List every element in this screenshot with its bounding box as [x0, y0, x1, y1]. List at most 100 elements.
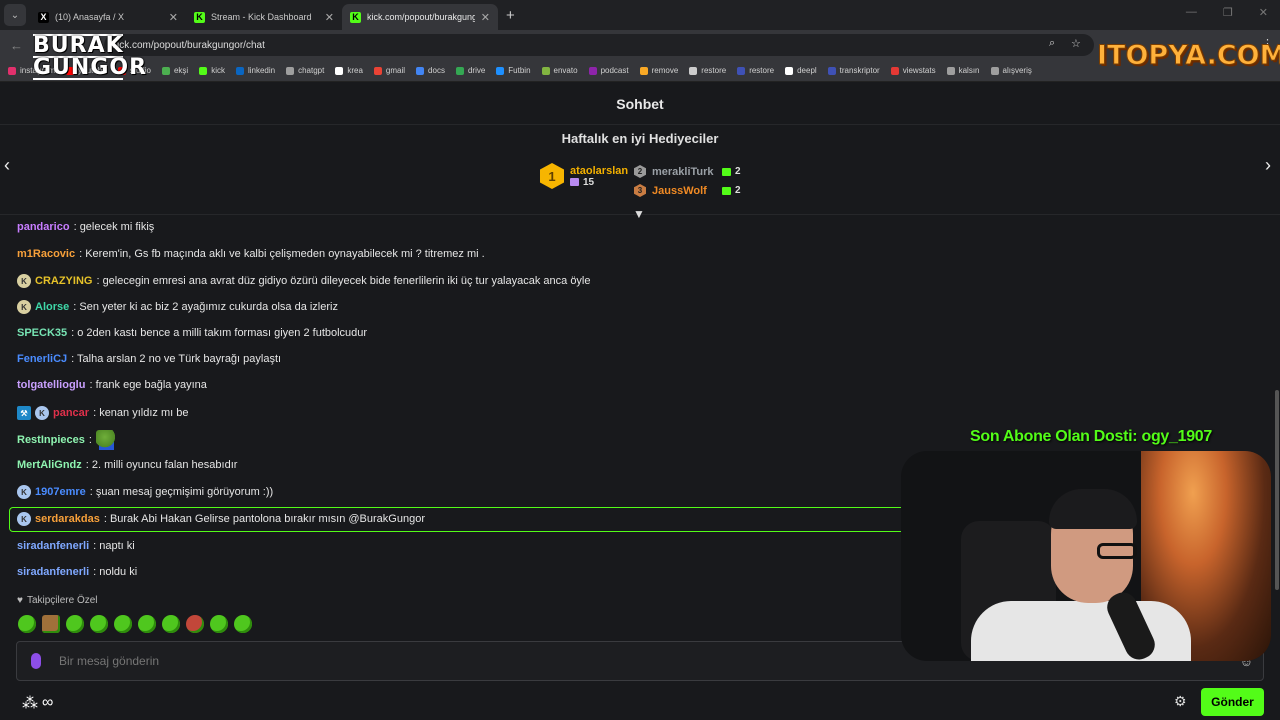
scrollbar[interactable]: [1275, 390, 1279, 590]
bookmark-icon: [890, 66, 899, 75]
username[interactable]: CRAZYING: [35, 275, 92, 287]
infinity-icon[interactable]: ∞: [42, 694, 53, 712]
username[interactable]: siradanfenerli: [17, 540, 89, 552]
chat-message[interactable]: K CRAZYING: gelecegin emresi ana avrat dü…: [17, 274, 591, 288]
kick-points-icon[interactable]: ⁂: [22, 693, 38, 713]
microphone-icon[interactable]: [31, 653, 41, 669]
emote-icon[interactable]: [162, 615, 180, 633]
tab-search-icon[interactable]: ⌄: [4, 4, 26, 26]
chevron-left-icon[interactable]: ‹: [4, 155, 10, 176]
url-field[interactable]: kick.com/popout/burakgungor/chat: [104, 34, 1094, 56]
chevron-right-icon[interactable]: ›: [1265, 155, 1271, 176]
emote-icon[interactable]: [18, 615, 36, 633]
send-button[interactable]: Gönder: [1201, 688, 1264, 716]
bookmark-icon: [416, 66, 425, 75]
bookmark-item[interactable]: linkedin: [235, 66, 275, 75]
chat-message[interactable]: RestInpieces:: [17, 430, 118, 450]
bookmark-label: restore: [749, 66, 775, 75]
minimize-icon[interactable]: —: [1186, 6, 1197, 19]
bookmark-item[interactable]: restore: [737, 66, 774, 75]
subscriber-badge-icon: K: [17, 300, 31, 314]
close-window-icon[interactable]: ✕: [1259, 6, 1268, 19]
chat-message[interactable]: FenerliCJ: Talha arslan 2 no ve Türk bay…: [17, 353, 281, 365]
back-icon[interactable]: ←: [10, 38, 30, 53]
bookmark-item[interactable]: podcast: [588, 66, 629, 75]
chat-message-highlighted[interactable]: Kserdarakdas: Burak Abi Hakan Gelirse pa…: [17, 512, 425, 526]
chat-message[interactable]: K 1907emre: şuan mesaj geçmişimi görüyoru…: [17, 485, 273, 499]
chat-message[interactable]: MertAliGndz: 2. milli oyuncu falan hesab…: [17, 459, 237, 471]
bookmark-item[interactable]: transkriptor: [827, 66, 880, 75]
tab-kick-chat[interactable]: K kick.com/popout/burakgungor/c ✕: [342, 4, 498, 30]
bookmark-item[interactable]: docs: [416, 66, 445, 75]
star-icon[interactable]: ☆: [1071, 37, 1081, 50]
username[interactable]: serdarakdas: [35, 513, 100, 525]
chat-message[interactable]: siradanfenerli: noldu ki: [17, 566, 137, 578]
bookmark-label: kick: [211, 66, 225, 75]
bookmark-item[interactable]: kalsın: [946, 66, 980, 75]
chat-message[interactable]: ⚒ Kpancar: kenan yıldız mı be: [17, 406, 188, 420]
username[interactable]: MertAliGndz: [17, 459, 82, 471]
address-bar-row: ← kick.com/popout/burakgungor/chat ⌕ ☆ ⋮: [0, 30, 1280, 60]
bookmark-item[interactable]: krea: [335, 66, 363, 75]
chat-message[interactable]: siradanfenerli : naptı ki: [17, 540, 135, 552]
bookmark-item[interactable]: alışveriş: [990, 66, 1032, 75]
bookmark-item[interactable]: chatgpt: [286, 66, 324, 75]
username[interactable]: pancar: [53, 407, 89, 419]
bookmark-item[interactable]: envato: [541, 66, 578, 75]
message-input[interactable]: [59, 654, 859, 668]
username[interactable]: RestInpieces: [17, 434, 85, 446]
tab-x[interactable]: X (10) Anasayfa / X ✕: [30, 4, 186, 30]
close-icon[interactable]: ✕: [169, 11, 178, 24]
emote-icon[interactable]: [114, 615, 132, 633]
username[interactable]: tolgatellioglu: [17, 379, 85, 391]
emote-icon[interactable]: [234, 615, 252, 633]
subscriber-badge-icon: K: [17, 512, 31, 526]
emote-icon[interactable]: [42, 615, 60, 633]
bookmark-item[interactable]: drive: [455, 66, 485, 75]
chat-message[interactable]: tolgatellioglu: frank ege bağla yayına: [17, 379, 207, 391]
bookmark-icon: [455, 66, 464, 75]
username[interactable]: m1Racovic: [17, 248, 75, 260]
gifter-row[interactable]: 3 JaussWolf 2: [634, 184, 741, 197]
new-tab-button[interactable]: +: [506, 7, 515, 24]
bookmark-item[interactable]: ekşi: [161, 66, 188, 75]
chat-message[interactable]: SPECK35: o 2den kastı bence a milli takı…: [17, 327, 367, 339]
zoom-icon[interactable]: ⌕: [1049, 37, 1055, 50]
message-text: : kenan yıldız mı be: [93, 407, 189, 419]
kick-icon: K: [194, 11, 205, 23]
chat-message[interactable]: pandarico: gelecek mi fikiş: [17, 221, 154, 233]
streamer-hair: [1049, 489, 1137, 529]
chat-message[interactable]: m1Racovic: Kerem'in, Gs fb maçında aklı …: [17, 248, 485, 260]
username[interactable]: pandarico: [17, 221, 70, 233]
emote-icon[interactable]: [186, 615, 204, 633]
collapse-icon[interactable]: ▼: [633, 207, 645, 221]
bookmark-item[interactable]: viewstats: [890, 66, 936, 75]
bookmark-item[interactable]: remove: [639, 66, 678, 75]
message-text: : naptı ki: [93, 540, 135, 552]
bookmark-item[interactable]: restore: [689, 66, 726, 75]
bookmark-item[interactable]: Futbin: [496, 66, 531, 75]
gifter-row[interactable]: 2 merakliTurk 2: [634, 165, 741, 178]
chat-message[interactable]: K Alorse: Sen yeter ki ac biz 2 ayağımız …: [17, 300, 338, 314]
bookmark-item[interactable]: kick: [199, 66, 225, 75]
bookmark-item[interactable]: gmail: [373, 66, 405, 75]
emote-icon[interactable]: [210, 615, 228, 633]
subscriber-badge-icon: K: [17, 274, 31, 288]
username[interactable]: 1907emre: [35, 486, 86, 498]
emote-icon[interactable]: [138, 615, 156, 633]
emote-icon[interactable]: [90, 615, 108, 633]
close-icon[interactable]: ✕: [481, 11, 490, 24]
emote-icon[interactable]: [66, 615, 84, 633]
username[interactable]: FenerliCJ: [17, 353, 67, 365]
username[interactable]: Alorse: [35, 301, 69, 313]
username[interactable]: SPECK35: [17, 327, 67, 339]
tab-kick-dashboard[interactable]: K Stream - Kick Dashboard ✕: [186, 4, 342, 30]
chat-tools: ⁂ ∞: [22, 693, 53, 713]
gear-icon[interactable]: ⚙: [1174, 693, 1187, 710]
bookmark-label: podcast: [600, 66, 629, 75]
username[interactable]: siradanfenerli: [17, 566, 89, 578]
bookmark-item[interactable]: deepl: [785, 66, 817, 75]
close-icon[interactable]: ✕: [325, 11, 334, 24]
top-gifter[interactable]: 1 ataolarslan 15: [540, 163, 628, 189]
restore-icon[interactable]: ❐: [1223, 6, 1233, 19]
